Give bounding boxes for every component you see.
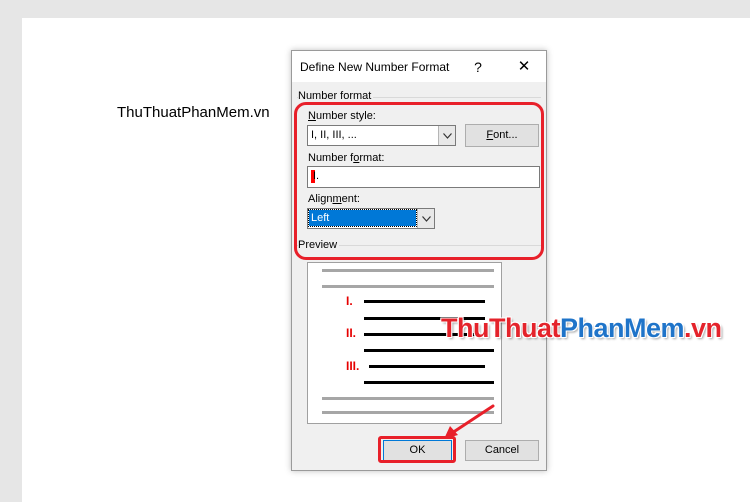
close-button[interactable]: ✕ <box>512 56 536 78</box>
number-format-group-label: Number format <box>298 90 374 102</box>
preview-gray-line <box>322 269 494 272</box>
preview-text-line <box>369 365 485 368</box>
preview-number-3: III. <box>346 359 360 373</box>
preview-gray-line <box>322 397 494 400</box>
watermark-logo: ThuThuatPhanMem.vn <box>441 313 722 343</box>
preview-text-line <box>364 349 494 352</box>
settings-highlight-box <box>294 102 544 260</box>
preview-gray-line <box>322 285 494 288</box>
document-body-text: ThuThuatPhanMem.vn <box>117 104 270 121</box>
dialog-title: Define New Number Format <box>300 60 450 74</box>
preview-number-2: II. <box>346 326 357 340</box>
preview-number-1: I. <box>346 294 353 308</box>
red-arrow-icon <box>444 404 495 439</box>
preview-text-line <box>364 300 485 303</box>
cancel-button[interactable]: Cancel <box>465 440 539 461</box>
help-button[interactable]: ? <box>467 56 489 78</box>
preview-text-line <box>364 381 494 384</box>
close-icon: ✕ <box>517 58 531 75</box>
dialog-titlebar: Define New Number Format ? ✕ <box>292 51 546 82</box>
